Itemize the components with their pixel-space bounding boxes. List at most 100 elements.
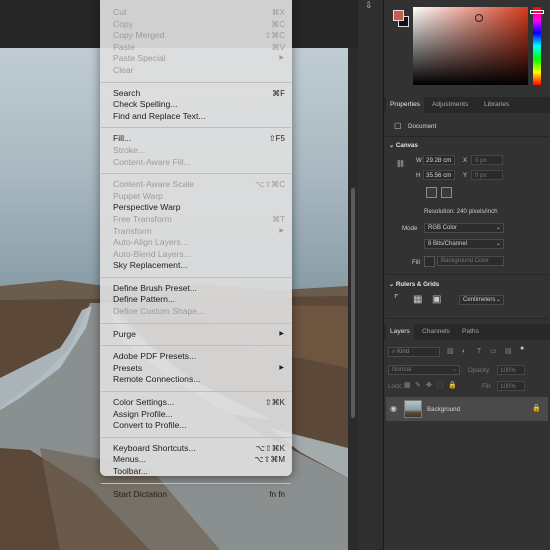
menu-item-label: Define Pattern... <box>113 294 176 305</box>
menu-item-assign-profile[interactable]: Assign Profile... <box>100 409 292 421</box>
color-picker-cursor[interactable] <box>475 14 483 22</box>
menu-item-stroke: Stroke... <box>100 145 292 157</box>
menu-item-shortcut: ⌥⇧⌘C <box>255 180 285 190</box>
canvas-header-label: Canvas <box>395 142 418 149</box>
canvas-section-header[interactable]: ⌄ Canvas <box>389 142 418 149</box>
menu-item-fill[interactable]: Fill... ⇧F5 <box>100 133 292 145</box>
menu-item-label: Paste Special <box>113 53 166 64</box>
menu-item-perspective-warp[interactable]: Perspective Warp <box>100 202 292 214</box>
fill-percent-label: Fill: <box>482 383 492 390</box>
menu-item-shortcut: ⇧⌘K <box>264 398 285 408</box>
adjustment-filter-icon[interactable]: ◐ <box>462 347 466 357</box>
grid-icon[interactable]: ▦ <box>413 295 422 305</box>
shape-filter-icon[interactable]: ▭ <box>490 347 497 357</box>
link-icon[interactable]: ⛓ <box>396 160 405 170</box>
pixel-filter-icon[interactable]: ▨ <box>447 347 454 357</box>
menu-item-remote-connections[interactable]: Remote Connections... <box>100 374 292 386</box>
menu-item-start-dictation[interactable]: Start Dictation fn fn <box>100 489 292 501</box>
menu-item-adobe-pdf-presets[interactable]: Adobe PDF Presets... <box>100 351 292 363</box>
hue-slider[interactable] <box>533 7 541 85</box>
menu-item-label: Copy Merged <box>113 30 165 41</box>
tab-properties[interactable]: Properties <box>386 97 425 113</box>
hue-slider-pointer[interactable] <box>530 10 544 14</box>
height-label: H <box>416 172 421 179</box>
tab-libraries[interactable]: Libraries <box>480 97 513 113</box>
menu-item-toolbar[interactable]: Toolbar... <box>100 466 292 478</box>
menu-item-label: Perspective Warp <box>113 202 181 213</box>
color-field[interactable] <box>413 7 528 85</box>
tab-channels[interactable]: Channels <box>418 324 454 340</box>
menu-item-keyboard-shortcuts[interactable]: Keyboard Shortcuts... ⌥⇧⌘K <box>100 443 292 455</box>
lock-position-icon[interactable]: ✥ <box>426 381 432 391</box>
blend-mode-dropdown[interactable]: Normal ⌄ <box>388 365 460 375</box>
bit-depth-dropdown[interactable]: 8 Bits/Channel ⌄ <box>424 239 504 249</box>
menu-item-convert-to-profile[interactable]: Convert to Profile... <box>100 420 292 432</box>
tab-adjustments[interactable]: Adjustments <box>428 97 472 113</box>
filter-toggle-icon[interactable]: ● <box>520 344 524 354</box>
menu-item-define-pattern[interactable]: Define Pattern... <box>100 294 292 306</box>
menu-item-purge[interactable]: Purge ▶ <box>100 329 292 341</box>
canvas-scrollbar-thumb[interactable] <box>351 188 355 418</box>
y-placeholder: 0 px <box>475 172 487 179</box>
menu-item-label: Start Dictation <box>113 488 167 499</box>
foreground-color-swatch[interactable] <box>393 10 404 21</box>
fill-dropdown[interactable]: Background Color <box>437 256 504 266</box>
menu-item-define-custom-shape: Define Custom Shape... <box>100 306 292 318</box>
menu-separator <box>101 276 291 278</box>
menu-item-label: Adobe PDF Presets... <box>113 351 197 362</box>
menu-item-label: Paste <box>113 41 135 52</box>
ruler-icon[interactable]: ⌜ <box>394 295 399 305</box>
divider <box>386 318 548 319</box>
move-tool-icon[interactable]: ⇩ <box>365 0 375 10</box>
opacity-label: Opacity: <box>468 367 491 374</box>
layer-kind-filter[interactable]: ⌕ Kind <box>388 347 440 357</box>
guides-icon[interactable]: ▣ <box>432 295 441 305</box>
menu-item-paste: Paste ⌘V <box>100 42 292 54</box>
layer-name: Background <box>427 406 461 413</box>
fill-color-swatch[interactable] <box>424 256 435 267</box>
menu-item-label: Toolbar... <box>113 466 148 476</box>
menu-item-label: Convert to Profile... <box>113 420 187 431</box>
menu-item-shortcut: ⌥⇧⌘M <box>254 455 285 465</box>
lock-icon: 🔒 <box>532 405 541 412</box>
lock-paint-icon[interactable]: ✎ <box>415 381 421 391</box>
menu-item-label: Transform <box>113 225 152 236</box>
menu-item-search[interactable]: Search ⌘F <box>100 88 292 100</box>
menu-separator <box>101 81 291 83</box>
type-filter-icon[interactable]: T <box>477 347 481 357</box>
menu-item-content-aware-scale: Content-Aware Scale ⌥⇧⌘C <box>100 179 292 191</box>
menu-item-check-spelling[interactable]: Check Spelling... <box>100 99 292 111</box>
tab-layers[interactable]: Layers <box>386 324 414 340</box>
lock-label: Lock: <box>388 383 403 390</box>
units-dropdown[interactable]: Centimeters ⌄ <box>459 295 504 305</box>
menu-item-color-settings[interactable]: Color Settings... ⇧⌘K <box>100 397 292 409</box>
lock-pixels-icon[interactable]: ▦ <box>404 381 411 391</box>
menu-item-define-brush-preset[interactable]: Define Brush Preset... <box>100 283 292 295</box>
chevron-down-icon: ⌄ <box>495 241 501 247</box>
chevron-down-icon: ⌄ <box>451 367 457 373</box>
portrait-orientation-icon[interactable] <box>426 187 437 198</box>
divider <box>386 136 548 137</box>
mode-dropdown[interactable]: RGB Color ⌄ <box>424 223 504 233</box>
submenu-arrow-icon: ▶ <box>279 364 284 371</box>
menu-item-label: Stroke... <box>113 144 145 155</box>
menu-item-label: Color Settings... <box>113 397 175 408</box>
menu-item-menus[interactable]: Menus... ⌥⇧⌘M <box>100 454 292 466</box>
properties-tab-bar: Properties Adjustments Libraries <box>384 97 550 113</box>
lock-artboard-icon[interactable]: ⬚ <box>437 381 444 391</box>
menu-item-label: Puppet Warp <box>113 190 163 201</box>
landscape-orientation-icon[interactable] <box>441 187 452 198</box>
menu-item-presets[interactable]: Presets ▶ <box>100 363 292 375</box>
menu-item-label: Clear <box>113 64 134 75</box>
menu-item-sky-replacement[interactable]: Sky Replacement... <box>100 260 292 272</box>
eye-icon[interactable]: ◉ <box>390 404 397 414</box>
menu-item-label: Find and Replace Text... <box>113 110 206 121</box>
smart-object-filter-icon[interactable]: ▤ <box>505 347 512 357</box>
layer-thumbnail <box>404 400 422 418</box>
rulers-grids-header[interactable]: ⌄ Rulers & Grids <box>389 281 439 288</box>
lock-all-icon[interactable]: 🔒 <box>448 381 457 391</box>
menu-item-find-and-replace-text[interactable]: Find and Replace Text... <box>100 111 292 123</box>
tab-paths[interactable]: Paths <box>458 324 483 340</box>
menu-separator <box>101 345 291 347</box>
menu-item-shortcut: ⌘F <box>272 88 285 98</box>
